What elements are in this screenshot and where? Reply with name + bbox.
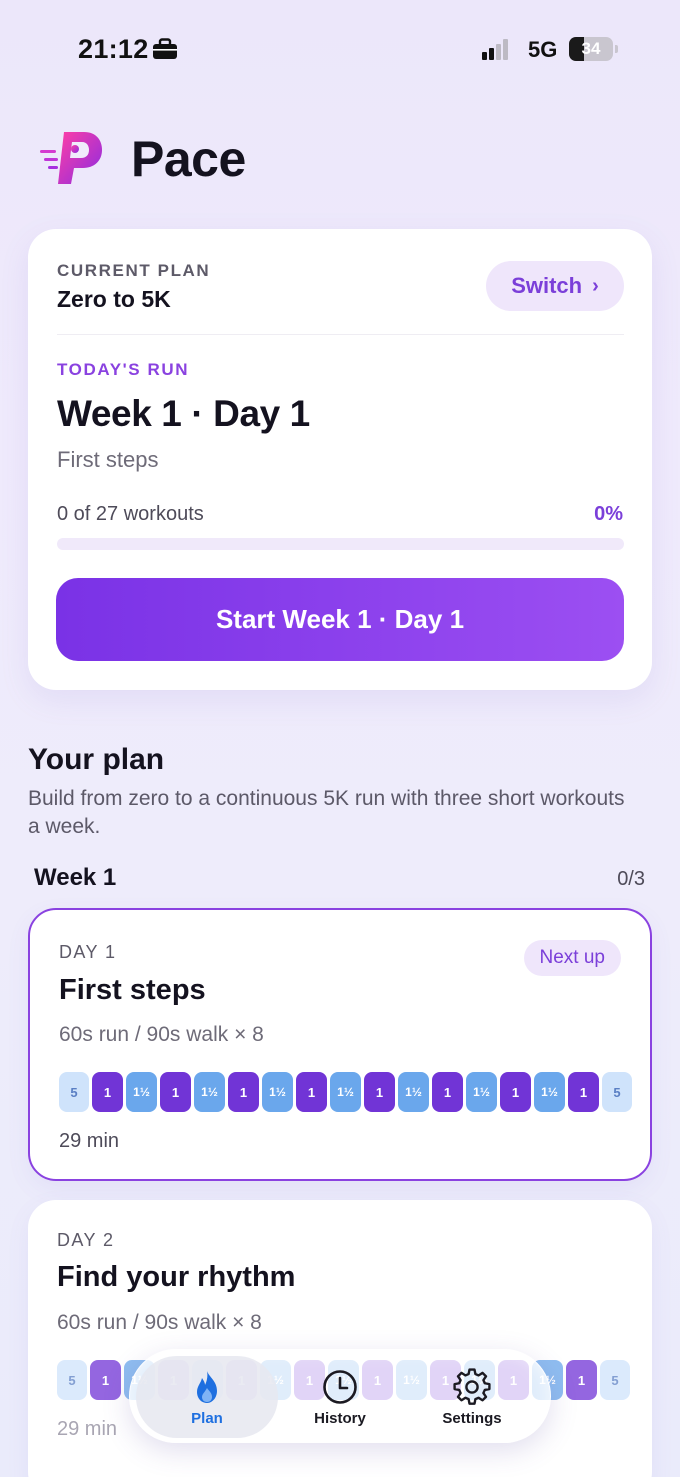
progress-bar	[57, 538, 624, 550]
segment-walk: 1½	[194, 1072, 225, 1112]
segment-walk: 1½	[262, 1072, 293, 1112]
segment-warm: 5	[600, 1360, 630, 1400]
clock-icon	[323, 1369, 357, 1404]
interval-segments: 511½11½11½11½11½11½11½15	[59, 1072, 632, 1112]
segment-walk: 1½	[534, 1072, 565, 1112]
status-bar: 21:12 5G 34	[0, 0, 680, 100]
current-plan-name: Zero to 5K	[57, 286, 171, 312]
segment-run: 1	[160, 1072, 191, 1112]
segment-warm: 5	[59, 1072, 89, 1112]
todays-run-title: Week 1 · Day 1	[57, 393, 310, 434]
week-label: Week 1	[34, 864, 117, 891]
segment-walk: 1½	[126, 1072, 157, 1112]
gear-icon	[453, 1367, 491, 1405]
tab-label: Settings	[442, 1409, 502, 1427]
battery-icon: 34	[569, 37, 618, 61]
day-number: DAY 1	[59, 942, 117, 962]
day-duration: 29 min	[57, 1418, 118, 1440]
tab-label: History	[314, 1409, 366, 1427]
current-plan-label: CURRENT PLAN	[57, 261, 211, 280]
progress-percent: 0%	[594, 503, 623, 525]
todays-run-label: TODAY'S RUN	[57, 360, 190, 379]
start-workout-button[interactable]: Start Week 1 · Day 1	[56, 578, 624, 661]
progress-text: 0 of 27 workouts	[57, 503, 204, 525]
day-description: 60s run / 90s walk × 8	[59, 1023, 264, 1046]
segment-run: 1	[364, 1072, 395, 1112]
segment-warm: 5	[57, 1360, 87, 1400]
segment-run: 1	[568, 1072, 599, 1112]
segment-run: 1	[566, 1360, 597, 1400]
battery-level: 34	[581, 39, 601, 58]
week-count: 0/3	[617, 868, 645, 890]
divider	[57, 334, 624, 335]
tab-label: Plan	[191, 1409, 223, 1427]
day-duration: 29 min	[59, 1130, 120, 1152]
segment-walk: 1½	[330, 1072, 361, 1112]
day-card-1[interactable]: DAY 1 Next up First steps 60s run / 90s …	[28, 908, 652, 1181]
todays-run-subtitle: First steps	[57, 447, 159, 472]
segment-walk: 1½	[398, 1072, 429, 1112]
status-time: 21:12	[78, 34, 149, 64]
switch-plan-button[interactable]: Switch ›	[486, 261, 624, 311]
network-type: 5G	[528, 37, 558, 62]
day-title: First steps	[59, 974, 206, 1006]
segment-walk: 1½	[466, 1072, 497, 1112]
chevron-right-icon: ›	[592, 274, 599, 297]
signal-icon	[482, 38, 516, 60]
tab-history[interactable]: History	[270, 1350, 410, 1444]
segment-warm: 5	[602, 1072, 632, 1112]
day-title: Find your rhythm	[57, 1261, 296, 1293]
segment-run: 1	[296, 1072, 327, 1112]
current-plan-card: CURRENT PLAN Zero to 5K Switch › TODAY'S…	[28, 229, 652, 690]
your-plan-title: Your plan	[28, 743, 165, 776]
your-plan-description: Build from zero to a continuous 5K run w…	[28, 787, 625, 838]
tab-plan[interactable]: Plan	[136, 1356, 278, 1438]
flame-icon	[197, 1370, 217, 1403]
day-description: 60s run / 90s walk × 8	[57, 1311, 262, 1334]
segment-run: 1	[90, 1360, 121, 1400]
segment-run: 1	[500, 1072, 531, 1112]
briefcase-icon	[153, 38, 177, 59]
segment-run: 1	[92, 1072, 123, 1112]
next-up-badge: Next up	[523, 940, 621, 976]
pace-logo-icon	[40, 132, 102, 184]
app-title: Pace	[131, 131, 246, 187]
segment-run: 1	[228, 1072, 259, 1112]
tab-bar: Plan History Settings	[129, 1349, 551, 1443]
day-number: DAY 2	[57, 1230, 115, 1250]
tab-settings[interactable]: Settings	[402, 1350, 542, 1444]
segment-run: 1	[432, 1072, 463, 1112]
switch-label: Switch	[511, 273, 583, 298]
